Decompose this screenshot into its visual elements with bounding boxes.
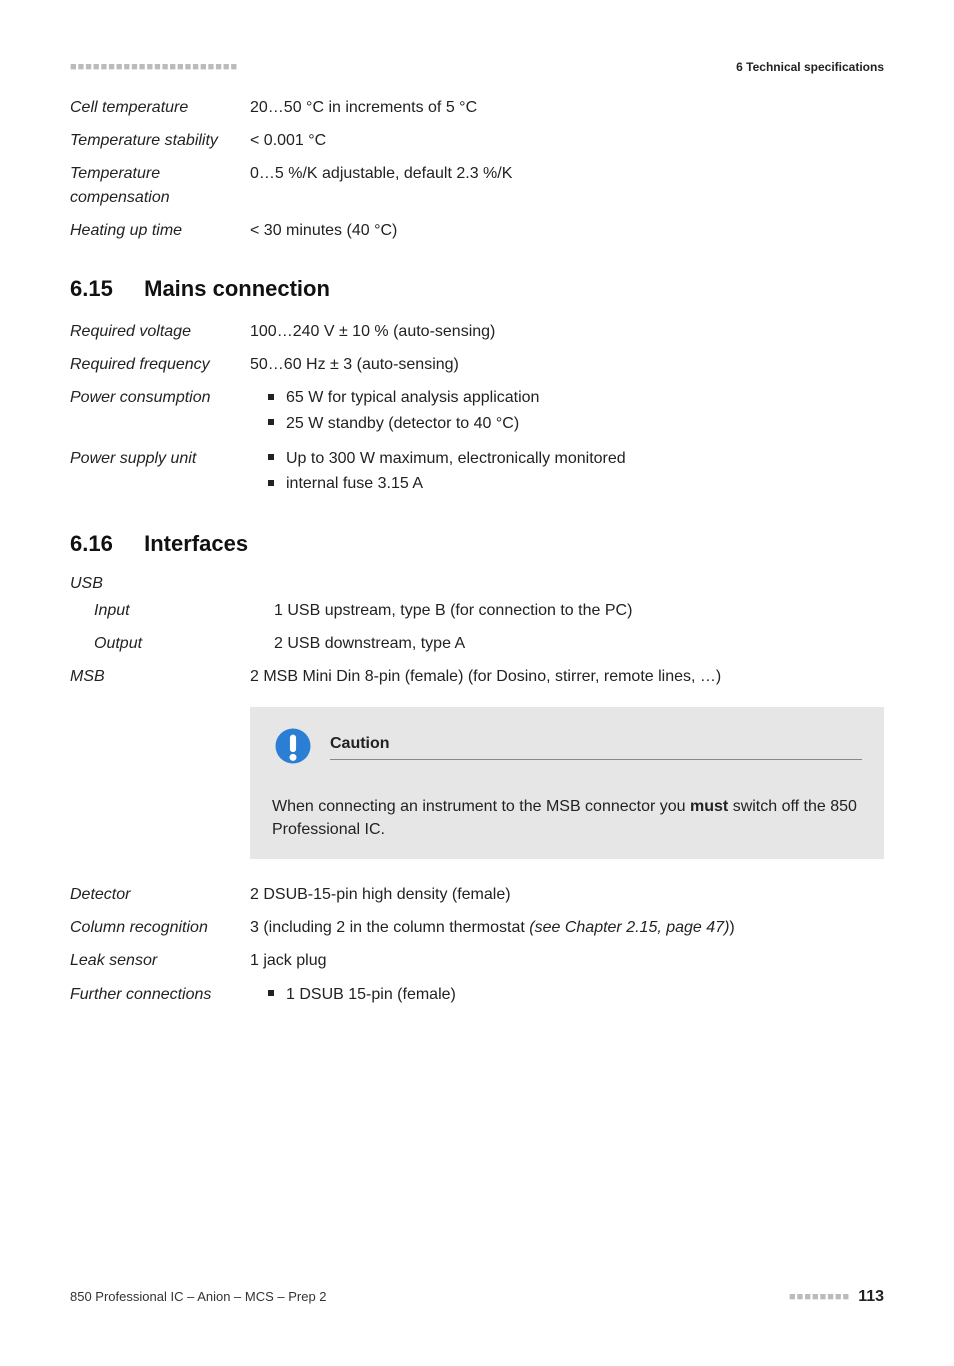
spec-row-msb: MSB 2 MSB Mini Din 8-pin (female) (for D… <box>70 665 884 688</box>
spec-value: Up to 300 W maximum, electronically moni… <box>250 447 884 497</box>
list-item: 65 W for typical analysis application <box>268 386 884 409</box>
spec-value: 20…50 °C in increments of 5 °C <box>250 96 884 119</box>
header-bar: ■■■■■■■■■■■■■■■■■■■■■■ 6 Technical speci… <box>70 60 884 74</box>
footer-doc-title: 850 Professional IC – Anion – MCS – Prep… <box>70 1289 327 1304</box>
spec-value: 2 USB downstream, type A <box>274 632 884 655</box>
footer-ornament: ■■■■■■■■ <box>789 1291 850 1303</box>
spec-label: Cell tempera­ture <box>70 96 250 119</box>
caution-text-bold: must <box>690 798 728 815</box>
list-item: 1 DSUB 15-pin (female) <box>268 983 884 1006</box>
caution-row: Caution When connecting an instrument to… <box>70 699 884 873</box>
page-number: 113 <box>858 1288 884 1306</box>
bullet-list: Up to 300 W maximum, electronically moni… <box>250 447 884 495</box>
spec-label: Required voltage <box>70 320 250 343</box>
spec-group-usb: USB <box>70 575 884 593</box>
section-heading-interfaces: 6.16 Interfaces <box>70 531 884 557</box>
section-title: Interfaces <box>144 531 248 556</box>
spec-value: 100…240 V ± 10 % (auto-sensing) <box>250 320 884 343</box>
spec-label: Power supply unit <box>70 447 250 497</box>
spec-value: 0…5 %/K adjustable, default 2.3 %/K <box>250 162 884 208</box>
spec-row-leak-sensor: Leak sensor 1 jack plug <box>70 949 884 972</box>
section-number: 6.16 <box>70 531 138 557</box>
spec-label: Output <box>70 632 274 655</box>
caution-body: When connecting an instrument to the MSB… <box>272 795 862 841</box>
spec-row-power-supply-unit: Power supply unit Up to 300 W maximum, e… <box>70 447 884 497</box>
caution-box: Caution When connecting an instrument to… <box>250 707 884 859</box>
spec-row-column-recognition: Column recogni­tion 3 (including 2 in th… <box>70 916 884 939</box>
section-title: Mains connection <box>144 276 330 301</box>
spec-value: 1 DSUB 15-pin (female) <box>250 983 884 1008</box>
spec-label: Column recogni­tion <box>70 916 250 939</box>
spec-row-temp-compensation: Temperature compensation 0…5 %/K adjusta… <box>70 162 884 208</box>
bullet-list: 65 W for typical analysis application 25… <box>250 386 884 434</box>
spec-label: Detector <box>70 883 250 906</box>
caution-title: Caution <box>330 732 862 760</box>
list-item: Up to 300 W maximum, electronically moni… <box>268 447 884 470</box>
spec-value: 1 jack plug <box>250 949 884 972</box>
list-item: 25 W standby (detector to 40 °C) <box>268 412 884 435</box>
spec-value: 1 USB upstream, type B (for connection t… <box>274 599 884 622</box>
spec-row-cell-temperature: Cell tempera­ture 20…50 °C in increments… <box>70 96 884 119</box>
spec-label: Heating up time <box>70 219 250 242</box>
spec-row-usb-output: Output 2 USB downstream, type A <box>70 632 884 655</box>
column-value-pre: 3 (including 2 in the column thermostat <box>250 919 529 936</box>
spec-row-further-connections: Further connec­tions 1 DSUB 15-pin (fema… <box>70 983 884 1008</box>
list-item: internal fuse 3.15 A <box>268 472 884 495</box>
chapter-label: 6 Technical specifications <box>736 60 884 74</box>
spec-label: Leak sensor <box>70 949 250 972</box>
spec-value: 50…60 Hz ± 3 (auto-sensing) <box>250 353 884 376</box>
spec-label: Input <box>70 599 274 622</box>
column-value-reference: (see Chapter 2.15, page 47) <box>529 919 729 936</box>
spec-label: Further connec­tions <box>70 983 250 1008</box>
header-ornament-left: ■■■■■■■■■■■■■■■■■■■■■■ <box>70 61 238 73</box>
spec-label: Temperature stability <box>70 129 250 152</box>
spec-label: MSB <box>70 665 250 688</box>
column-value-post: ) <box>729 919 734 936</box>
footer-bar: 850 Professional IC – Anion – MCS – Prep… <box>70 1288 884 1306</box>
spec-row-heating-up-time: Heating up time < 30 minutes (40 °C) <box>70 219 884 242</box>
spec-label: Temperature compensation <box>70 162 250 208</box>
section-heading-mains: 6.15 Mains connection <box>70 276 884 302</box>
spec-row-power-consumption: Power consump­tion 65 W for typical anal… <box>70 386 884 436</box>
caution-icon <box>272 725 314 767</box>
spec-value: 2 DSUB-15-pin high density (female) <box>250 883 884 906</box>
bullet-list: 1 DSUB 15-pin (female) <box>250 983 884 1006</box>
spec-row-temp-stability: Temperature stability < 0.001 °C <box>70 129 884 152</box>
spec-value: 2 MSB Mini Din 8-pin (female) (for Dosin… <box>250 665 884 688</box>
spec-row-required-voltage: Required voltage 100…240 V ± 10 % (auto-… <box>70 320 884 343</box>
spec-value: 3 (including 2 in the column thermostat … <box>250 916 884 939</box>
spec-row-detector: Detector 2 DSUB-15-pin high density (fem… <box>70 883 884 906</box>
caution-text-pre: When connecting an instrument to the MSB… <box>272 798 690 815</box>
spec-label: Required fre­quency <box>70 353 250 376</box>
spec-label: Power consump­tion <box>70 386 250 436</box>
spec-value: < 0.001 °C <box>250 129 884 152</box>
spec-row-required-frequency: Required fre­quency 50…60 Hz ± 3 (auto-s… <box>70 353 884 376</box>
spec-row-usb-input: Input 1 USB upstream, type B (for connec… <box>70 599 884 622</box>
page: ■■■■■■■■■■■■■■■■■■■■■■ 6 Technical speci… <box>0 0 954 1366</box>
spec-value: < 30 minutes (40 °C) <box>250 219 884 242</box>
section-number: 6.15 <box>70 276 138 302</box>
spec-value: 65 W for typical analysis application 25… <box>250 386 884 436</box>
